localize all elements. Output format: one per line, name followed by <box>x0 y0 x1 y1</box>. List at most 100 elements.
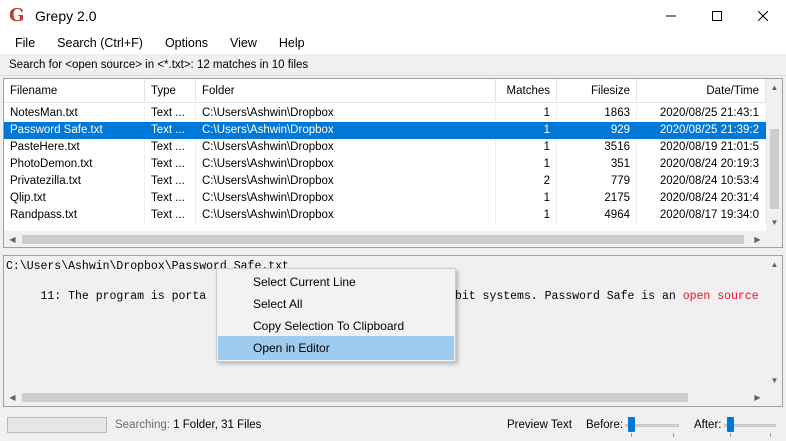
scroll-up-icon[interactable]: ▲ <box>766 79 782 96</box>
cell-folder: C:\Users\Ashwin\Dropbox <box>196 156 496 173</box>
cell-folder: C:\Users\Ashwin\Dropbox <box>196 190 496 207</box>
column-header-filename[interactable]: Filename <box>4 79 145 103</box>
window-title: Grepy 2.0 <box>35 8 97 24</box>
window-controls <box>648 0 786 32</box>
minimize-button[interactable] <box>648 0 694 32</box>
preview-match-highlight: open source <box>682 290 759 303</box>
table-row[interactable]: PasteHere.txt Text ... C:\Users\Ashwin\Dro… <box>4 139 766 156</box>
cell-type: Text ... <box>145 156 196 173</box>
cell-type: Text ... <box>145 139 196 156</box>
cell-type: Text ... <box>145 207 196 224</box>
list-vertical-scroll-thumb[interactable] <box>770 129 779 209</box>
scroll-down-icon[interactable]: ▼ <box>766 214 782 231</box>
cell-type: Text ... <box>145 122 196 139</box>
scroll-right-icon[interactable]: ▶ <box>749 231 766 247</box>
cell-filename: Randpass.txt <box>4 207 145 224</box>
cell-filesize: 1863 <box>557 105 637 122</box>
searching-status: Searching: 1 Folder, 31 Files <box>115 419 261 431</box>
list-horizontal-scroll-thumb[interactable] <box>22 235 744 244</box>
preview-vertical-scrollbar[interactable]: ▲ ▼ <box>766 256 782 389</box>
menu-item-open-in-editor[interactable]: Open in Editor <box>218 336 454 360</box>
preview-scroll-right-icon[interactable]: ▶ <box>749 389 766 406</box>
preview-text-label: Preview Text <box>507 419 572 431</box>
table-row[interactable]: NotesMan.txt Text ... C:\Users\Ashwin\Drop… <box>4 105 766 122</box>
cell-matches: 2 <box>496 173 557 190</box>
preview-horizontal-scroll-thumb[interactable] <box>22 393 688 402</box>
searching-label: Searching: <box>115 419 170 431</box>
menu-options[interactable]: Options <box>154 33 219 53</box>
list-horizontal-scrollbar[interactable]: ◀ ▶ <box>4 231 766 247</box>
scroll-left-icon[interactable]: ◀ <box>4 231 21 247</box>
column-header-type[interactable]: Type <box>145 79 196 103</box>
list-vertical-scrollbar[interactable]: ▲ ▼ <box>766 79 782 231</box>
cell-filesize: 779 <box>557 173 637 190</box>
cell-filename: Privatezilla.txt <box>4 173 145 190</box>
preview-line-prefix: 11: The program is porta <box>6 290 207 303</box>
cell-matches: 1 <box>496 105 557 122</box>
column-header-datetime[interactable]: Date/Time <box>637 79 766 103</box>
column-header-folder[interactable]: Folder <box>196 79 496 103</box>
search-summary: Search for <open source> in <*.txt>: 12 … <box>0 55 786 76</box>
cell-type: Text ... <box>145 190 196 207</box>
preview-scroll-down-icon[interactable]: ▼ <box>766 372 782 389</box>
menu-view[interactable]: View <box>219 33 268 53</box>
maximize-icon <box>712 11 722 21</box>
table-row[interactable]: Randpass.txt Text ... C:\Users\Ashwin\Drop… <box>4 207 766 224</box>
cell-datetime: 2020/08/24 10:53:4 <box>637 173 766 190</box>
menu-file[interactable]: File <box>4 33 46 53</box>
table-row[interactable]: PhotoDemon.txt Text ... C:\Users\Ashwin\Dr… <box>4 156 766 173</box>
table-row[interactable]: Password Safe.txt Text ... C:\Users\Ashwin… <box>4 122 766 139</box>
menu-help[interactable]: Help <box>268 33 316 53</box>
before-label: Before: <box>586 419 624 431</box>
cell-filesize: 2175 <box>557 190 637 207</box>
cell-type: Text ... <box>145 173 196 190</box>
cell-datetime: 2020/08/24 20:31:4 <box>637 190 766 207</box>
table-row[interactable]: Qlip.txt Text ... C:\Users\Ashwin\Dropbox 1… <box>4 190 766 207</box>
preview-horizontal-scrollbar[interactable]: ◀ ▶ <box>4 389 766 406</box>
preview-scroll-up-icon[interactable]: ▲ <box>766 256 782 273</box>
cell-filesize: 929 <box>557 122 637 139</box>
menu-item-select-current-line[interactable]: Select Current Line <box>219 271 453 293</box>
preview-line-middle: 4-bit systems. Password Safe is an <box>441 290 683 303</box>
after-lines-slider[interactable] <box>724 415 776 437</box>
after-slider-thumb[interactable] <box>727 417 734 432</box>
searching-value: 1 Folder, 31 Files <box>173 419 262 431</box>
title-bar: G Grepy 2.0 <box>0 0 786 32</box>
menu-item-select-all[interactable]: Select All <box>219 293 453 315</box>
menu-search[interactable]: Search (Ctrl+F) <box>46 33 154 53</box>
cell-filesize: 3516 <box>557 139 637 156</box>
cell-matches: 1 <box>496 207 557 224</box>
maximize-button[interactable] <box>694 0 740 32</box>
cell-matches: 1 <box>496 122 557 139</box>
context-menu: Select Current Line Select All Copy Sele… <box>216 268 456 362</box>
cell-matches: 1 <box>496 156 557 173</box>
close-button[interactable] <box>740 0 786 32</box>
bottom-status-bar: Searching: 1 Folder, 31 Files Preview Te… <box>0 411 786 441</box>
before-slider-thumb[interactable] <box>628 417 635 432</box>
cell-datetime: 2020/08/24 20:19:3 <box>637 156 766 173</box>
cell-datetime: 2020/08/25 21:43:1 <box>637 105 766 122</box>
scroll-corner <box>766 231 782 247</box>
column-header-matches[interactable]: Matches <box>496 79 557 103</box>
cell-matches: 1 <box>496 190 557 207</box>
cell-filesize: 351 <box>557 156 637 173</box>
cell-datetime: 2020/08/17 19:34:0 <box>637 207 766 224</box>
list-rows: NotesMan.txt Text ... C:\Users\Ashwin\Drop… <box>4 105 766 224</box>
cell-folder: C:\Users\Ashwin\Dropbox <box>196 122 496 139</box>
cell-folder: C:\Users\Ashwin\Dropbox <box>196 139 496 156</box>
list-header: Filename Type Folder Matches Filesize Da… <box>4 79 782 103</box>
cell-folder: C:\Users\Ashwin\Dropbox <box>196 173 496 190</box>
table-row[interactable]: Privatezilla.txt Text ... C:\Users\Ashwin\… <box>4 173 766 190</box>
preview-scroll-left-icon[interactable]: ◀ <box>4 389 21 406</box>
cell-folder: C:\Users\Ashwin\Dropbox <box>196 105 496 122</box>
cell-folder: C:\Users\Ashwin\Dropbox <box>196 207 496 224</box>
cell-filename: PhotoDemon.txt <box>4 156 145 173</box>
results-list[interactable]: Filename Type Folder Matches Filesize Da… <box>3 78 783 248</box>
cell-filename: NotesMan.txt <box>4 105 145 122</box>
before-lines-slider[interactable] <box>625 415 679 437</box>
menu-item-copy-selection[interactable]: Copy Selection To Clipboard <box>219 315 453 337</box>
cell-filename: PasteHere.txt <box>4 139 145 156</box>
cell-filesize: 4964 <box>557 207 637 224</box>
column-header-filesize[interactable]: Filesize <box>557 79 637 103</box>
app-logo-icon: G <box>9 5 25 26</box>
